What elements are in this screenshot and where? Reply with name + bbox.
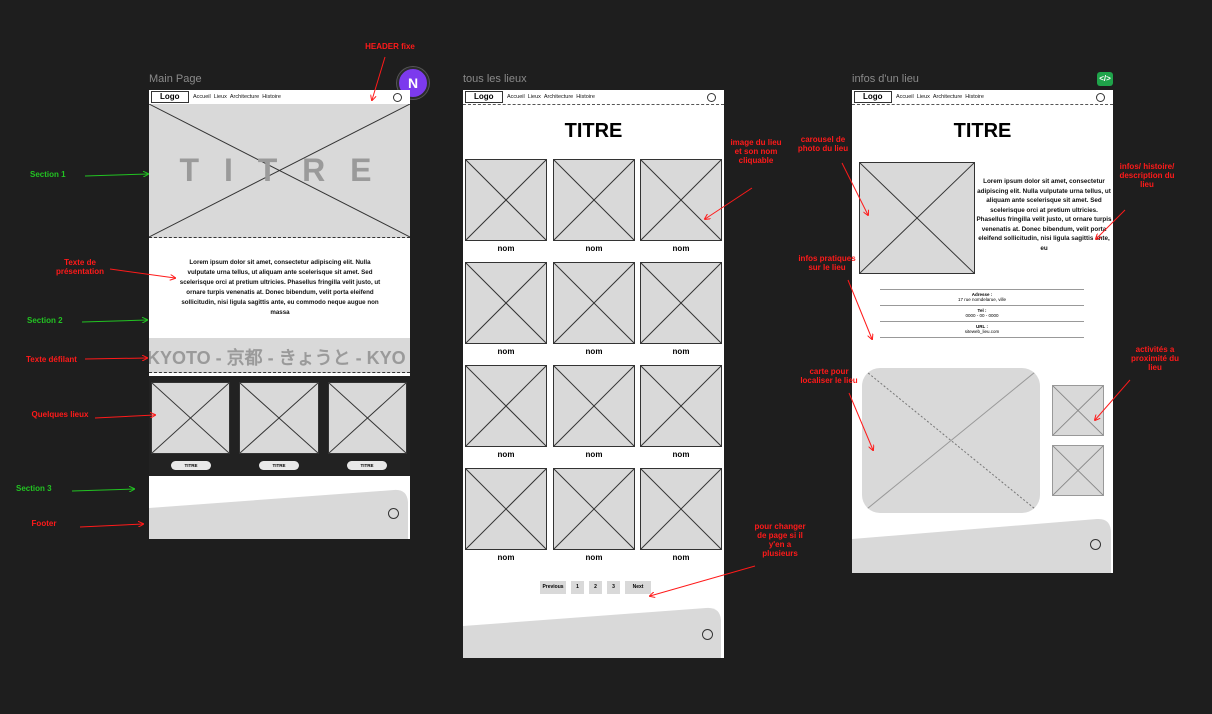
place-image[interactable] — [640, 365, 722, 447]
place-name-link[interactable]: nom — [640, 347, 722, 356]
nav-link-lieux[interactable]: Lieux — [917, 94, 930, 100]
nav-link-accueil[interactable]: Accueil — [193, 94, 211, 100]
pagination: Previous 1 2 3 Next — [540, 581, 660, 594]
nav-link-architecture[interactable]: Architecture — [230, 94, 259, 100]
logo[interactable]: Logo — [151, 91, 189, 103]
location-map[interactable] — [862, 368, 1040, 513]
nav-link-architecture[interactable]: Architecture — [933, 94, 962, 100]
place-name-link[interactable]: nom — [465, 553, 547, 562]
footer-circle-icon[interactable] — [702, 629, 713, 640]
frame-main-page: Logo Accueil Lieux Architecture Histoire T … — [149, 90, 410, 539]
header-nav: Logo Accueil Lieux Architecture Histoire — [149, 90, 410, 105]
hero-image: T I T R E — [149, 104, 410, 238]
place-image[interactable] — [465, 365, 547, 447]
practical-info: Adresse : 17 rue nomdelarue, ville Tel :… — [880, 289, 1084, 338]
nav-link-lieux[interactable]: Lieux — [214, 94, 227, 100]
place-name-link[interactable]: nom — [553, 450, 635, 459]
annotation-footer: Footer — [31, 519, 57, 528]
annotation-image-lieu: image du lieu et son nom cliquable — [730, 138, 782, 165]
footer-circle-icon[interactable] — [1090, 539, 1101, 550]
code-icon[interactable]: </> — [1097, 72, 1113, 86]
annotation-scrolling: Texte défilant — [26, 355, 77, 364]
frame-label-all-places[interactable]: tous les lieux — [463, 73, 527, 85]
tel-value: 0000 - 00 - 0000 — [965, 313, 999, 318]
frame-place-info: Logo Accueil Lieux Architecture Histoire TI… — [852, 90, 1113, 573]
nav-links: Accueil Lieux Architecture Histoire — [193, 94, 284, 100]
footer — [463, 604, 724, 658]
nearby-activity-image[interactable] — [1052, 445, 1104, 496]
annotation-header-fixe: HEADER fixe — [365, 42, 415, 51]
place-name-link[interactable]: nom — [465, 450, 547, 459]
nearby-activity-image[interactable] — [1052, 385, 1104, 436]
place-image[interactable] — [328, 382, 407, 454]
footer-circle-icon[interactable] — [388, 508, 399, 519]
place-image[interactable] — [239, 382, 319, 454]
place-name-link[interactable]: nom — [465, 347, 547, 356]
place-name-link[interactable]: nom — [640, 450, 722, 459]
scrolling-banner: KYOTO - 京都 - きょうと - KYO — [149, 338, 410, 373]
place-name-link[interactable]: nom — [640, 244, 722, 253]
page-number-button[interactable]: 1 — [571, 581, 584, 594]
place-name-link[interactable]: nom — [553, 244, 635, 253]
place-description: Lorem ipsum dolor sit amet, consectetur … — [976, 178, 1112, 252]
menu-circle-icon[interactable] — [393, 93, 402, 102]
place-title-button[interactable]: TITRE — [347, 461, 387, 470]
scrolling-text: KYOTO - 京都 - きょうと - KYO — [149, 348, 406, 368]
address-value: 17 rue nomdelarue, ville — [957, 297, 1007, 302]
menu-circle-icon[interactable] — [1096, 93, 1105, 102]
next-button[interactable]: Next — [625, 581, 651, 594]
place-image[interactable] — [640, 159, 722, 241]
footer — [149, 488, 410, 539]
header-nav: Logo Accueil Lieux Architecture Histoire — [852, 90, 1113, 105]
nav-link-accueil[interactable]: Accueil — [896, 94, 914, 100]
place-image[interactable] — [640, 262, 722, 344]
annotation-pagination: pour changer de page si il y'en a plusie… — [754, 522, 806, 558]
url-value[interactable]: siteweb_lieu.com — [880, 329, 1084, 334]
photo-carousel[interactable] — [859, 162, 975, 274]
annotation-infos-histoire: infos/ histoire/ description du lieu — [1119, 162, 1175, 189]
place-image[interactable] — [640, 468, 722, 550]
avatar-initial: N — [407, 75, 419, 91]
place-image[interactable] — [151, 382, 230, 454]
annotation-infos-pratiques: infos pratiques sur le lieu — [798, 254, 856, 272]
place-title-button[interactable]: TITRE — [171, 461, 211, 470]
place-image[interactable] — [465, 468, 547, 550]
nav-link-histoire[interactable]: Histoire — [262, 94, 281, 100]
annotation-places: Quelques lieux — [31, 410, 89, 419]
place-name-link[interactable]: nom — [465, 244, 547, 253]
logo[interactable]: Logo — [854, 91, 892, 103]
annotation-carte: carte pour localiser le lieu — [800, 367, 858, 385]
annotation-section3: Section 3 — [16, 484, 52, 493]
hero-title: T I T R E — [179, 152, 380, 188]
place-image[interactable] — [465, 159, 547, 241]
place-image[interactable] — [553, 159, 635, 241]
nav-link-histoire[interactable]: Histoire — [965, 94, 984, 100]
place-name-link[interactable]: nom — [640, 553, 722, 562]
annotation-section1: Section 1 — [30, 170, 66, 179]
annotation-section2: Section 2 — [27, 316, 63, 325]
page-number-button[interactable]: 3 — [607, 581, 620, 594]
presentation-text: Lorem ipsum dolor sit amet, consectetur … — [179, 259, 381, 316]
annotation-presentation: Texte de présentation — [55, 258, 104, 276]
frame-label-place-info[interactable]: infos d'un lieu — [852, 73, 919, 85]
footer — [852, 517, 1113, 573]
place-name-link[interactable]: nom — [553, 553, 635, 562]
annotation-carousel: carousel de photo du lieu — [797, 135, 849, 153]
place-image[interactable] — [553, 262, 635, 344]
frame-all-places: Logo Accueil Lieux Architecture Histoire TI… — [463, 90, 724, 658]
places-grid: nom nom nom nom nom nom nom nom nom nom nom nom — [463, 90, 724, 658]
place-image[interactable] — [553, 365, 635, 447]
annotation-activites: activités a proximité du lieu — [1130, 345, 1179, 372]
place-name-link[interactable]: nom — [553, 347, 635, 356]
places-section: TITRE TITRE TITRE — [149, 376, 410, 476]
place-image[interactable] — [553, 468, 635, 550]
previous-button[interactable]: Previous — [540, 581, 566, 594]
page-number-button[interactable]: 2 — [589, 581, 602, 594]
frame-label-main[interactable]: Main Page — [149, 73, 202, 85]
place-title-button[interactable]: TITRE — [259, 461, 299, 470]
page-title: TITRE — [953, 120, 1012, 142]
nav-links: Accueil Lieux Architecture Histoire — [896, 94, 987, 100]
place-image[interactable] — [465, 262, 547, 344]
